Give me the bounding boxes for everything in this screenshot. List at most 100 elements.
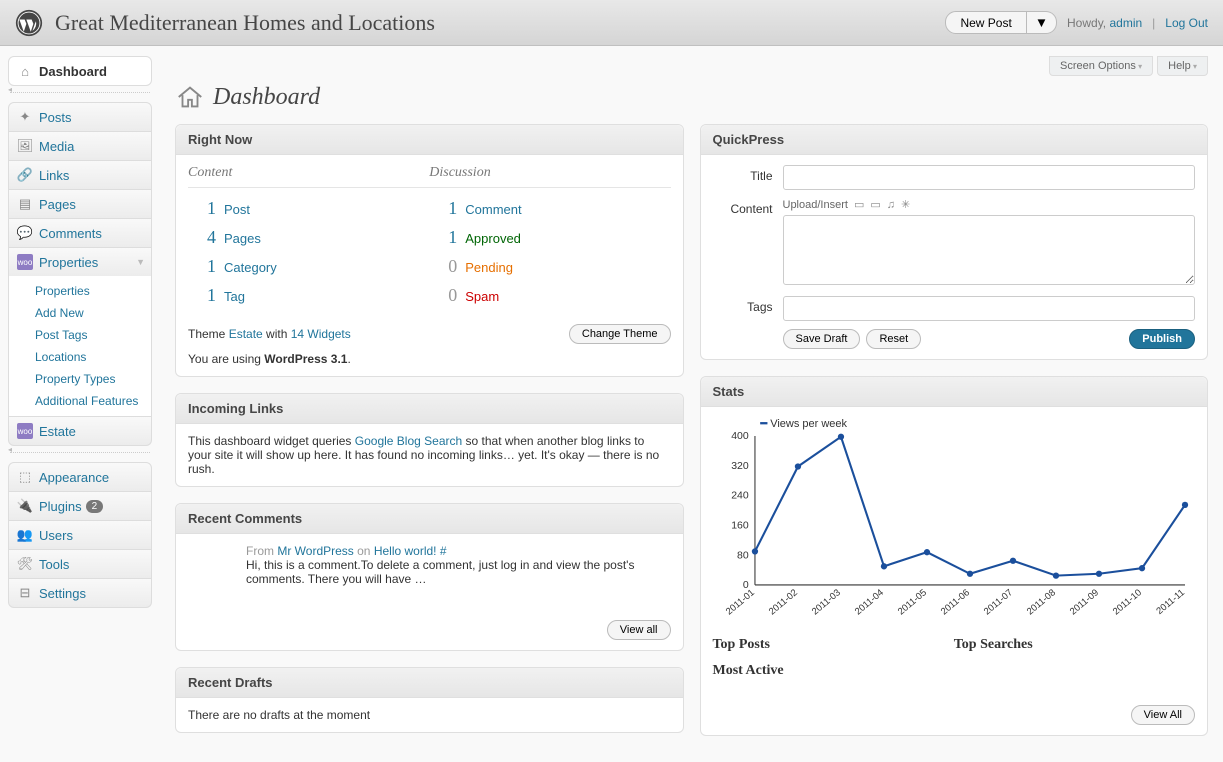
add-image-icon[interactable]: ▭ (854, 198, 864, 211)
menu-tools[interactable]: 🛠 Tools (8, 550, 152, 579)
menu-appearance[interactable]: ⬚ Appearance (8, 462, 152, 492)
stat-number[interactable]: 1 (188, 285, 216, 306)
menu-label: Users (39, 528, 73, 543)
stat-number[interactable]: 0 (429, 285, 457, 306)
widget-quickpress: QuickPress Title Content Upload/Insert (700, 124, 1209, 360)
menu-comments[interactable]: 💬 Comments (8, 219, 152, 248)
stat-label[interactable]: Pages (224, 231, 261, 246)
home-icon: ⌂ (17, 63, 33, 79)
save-draft-button[interactable]: Save Draft (783, 329, 861, 349)
submenu-item[interactable]: Additional Features (9, 390, 151, 412)
dashboard-icon (175, 82, 205, 112)
stat-number[interactable]: 4 (188, 227, 216, 248)
comment-avatar (188, 544, 238, 594)
comment-hash-link[interactable]: # (437, 544, 447, 558)
qp-title-input[interactable] (783, 165, 1196, 190)
svg-text:2011-08: 2011-08 (1024, 587, 1057, 617)
qp-tags-input[interactable] (783, 296, 1196, 321)
widget-recent-comments: Recent Comments From Mr WordPress on Hel… (175, 503, 684, 651)
menu-posts[interactable]: ✦ Posts (8, 102, 152, 132)
submenu-item[interactable]: Property Types (9, 368, 151, 390)
stat-number[interactable]: 1 (429, 198, 457, 219)
svg-text:2011-04: 2011-04 (852, 587, 885, 617)
submenu-item[interactable]: Post Tags (9, 324, 151, 346)
chart-legend: Views per week (761, 417, 848, 430)
stat-number[interactable]: 1 (188, 198, 216, 219)
stat-label[interactable]: Spam (465, 289, 499, 304)
menu-estate[interactable]: woo Estate (8, 417, 152, 446)
widget-header[interactable]: Right Now (176, 125, 683, 155)
stat-label[interactable]: Comment (465, 202, 521, 217)
widget-header[interactable]: Stats (701, 377, 1208, 407)
stat-label[interactable]: Approved (465, 231, 521, 246)
add-media-icon[interactable]: ✳ (901, 198, 910, 211)
menu-separator[interactable] (10, 452, 150, 460)
site-title[interactable]: Great Mediterranean Homes and Locations (55, 10, 945, 36)
comment-author-link[interactable]: Mr WordPress (277, 544, 353, 558)
logout-link[interactable]: Log Out (1165, 16, 1208, 30)
menu-properties[interactable]: woo Properties ▼ (8, 248, 152, 276)
widgets-link[interactable]: 14 Widgets (291, 327, 351, 341)
qp-content-label: Content (713, 198, 773, 216)
stat-label[interactable]: Post (224, 202, 250, 217)
qp-content-textarea[interactable] (783, 215, 1196, 285)
widget-header[interactable]: Recent Comments (176, 504, 683, 534)
menu-links[interactable]: 🔗 Links (8, 161, 152, 190)
menu-label: Properties (39, 255, 98, 270)
change-theme-button[interactable]: Change Theme (569, 324, 671, 344)
admin-link[interactable]: admin (1109, 16, 1142, 30)
stat-label[interactable]: Tag (224, 289, 245, 304)
comment-post-link[interactable]: Hello world! (374, 544, 437, 558)
submenu-item[interactable]: Locations (9, 346, 151, 368)
wordpress-logo-icon[interactable] (15, 9, 43, 37)
theme-link[interactable]: Estate (229, 327, 263, 341)
svg-text:240: 240 (731, 491, 749, 502)
widget-header[interactable]: QuickPress (701, 125, 1208, 155)
menu-label: Media (39, 139, 74, 154)
svg-text:160: 160 (731, 521, 749, 532)
menu-users[interactable]: 👥 Users (8, 521, 152, 550)
tools-icon: 🛠 (17, 556, 33, 572)
menu-media[interactable]: 🖼 Media (8, 132, 152, 161)
top-posts-heading: Top Posts (713, 637, 954, 653)
svg-text:2011-06: 2011-06 (938, 587, 971, 617)
submenu-item[interactable]: Add New (9, 302, 151, 324)
comment-meta: From Mr WordPress on Hello world! # (246, 544, 671, 558)
publish-button[interactable]: Publish (1129, 329, 1195, 349)
svg-text:2011-05: 2011-05 (895, 587, 928, 617)
help-tab[interactable]: Help (1157, 56, 1208, 76)
menu-settings[interactable]: ⊟ Settings (8, 579, 152, 608)
stat-label[interactable]: Category (224, 260, 277, 275)
stat-label[interactable]: Pending (465, 260, 513, 275)
screen-options-tab[interactable]: Screen Options (1049, 56, 1153, 76)
svg-text:80: 80 (737, 550, 749, 561)
new-post-button[interactable]: New Post (945, 11, 1026, 34)
submenu-item[interactable]: Properties (9, 280, 151, 302)
svg-text:2011-11: 2011-11 (1154, 587, 1187, 617)
view-all-stats-button[interactable]: View All (1131, 705, 1195, 725)
menu-plugins[interactable]: 🔌 Plugins 2 (8, 492, 152, 521)
google-blog-search-link[interactable]: Google Blog Search (355, 434, 462, 448)
menu-pages[interactable]: ▤ Pages (8, 190, 152, 219)
svg-text:400: 400 (731, 431, 749, 442)
appearance-icon: ⬚ (17, 469, 33, 485)
comment-icon: 💬 (17, 225, 33, 241)
new-post-dropdown-arrow[interactable]: ▼ (1027, 11, 1057, 34)
widget-header[interactable]: Recent Drafts (176, 668, 683, 698)
svg-text:2011-10: 2011-10 (1110, 587, 1143, 617)
stat-number[interactable]: 1 (188, 256, 216, 277)
stat-number[interactable]: 0 (429, 256, 457, 277)
most-active-heading: Most Active (713, 663, 1196, 679)
reset-button[interactable]: Reset (866, 329, 921, 349)
view-all-comments-button[interactable]: View all (607, 620, 671, 640)
widget-header[interactable]: Incoming Links (176, 394, 683, 424)
incoming-links-text: This dashboard widget queries Google Blo… (176, 424, 683, 486)
add-video-icon[interactable]: ▭ (870, 198, 880, 211)
discussion-heading: Discussion (429, 165, 670, 188)
menu-label: Tools (39, 557, 69, 572)
menu-separator[interactable] (10, 92, 150, 100)
menu-dashboard[interactable]: ⌂ Dashboard (8, 56, 152, 86)
stat-number[interactable]: 1 (429, 227, 457, 248)
media-icon: 🖼 (17, 138, 33, 154)
add-audio-icon[interactable]: ♫ (887, 199, 895, 211)
